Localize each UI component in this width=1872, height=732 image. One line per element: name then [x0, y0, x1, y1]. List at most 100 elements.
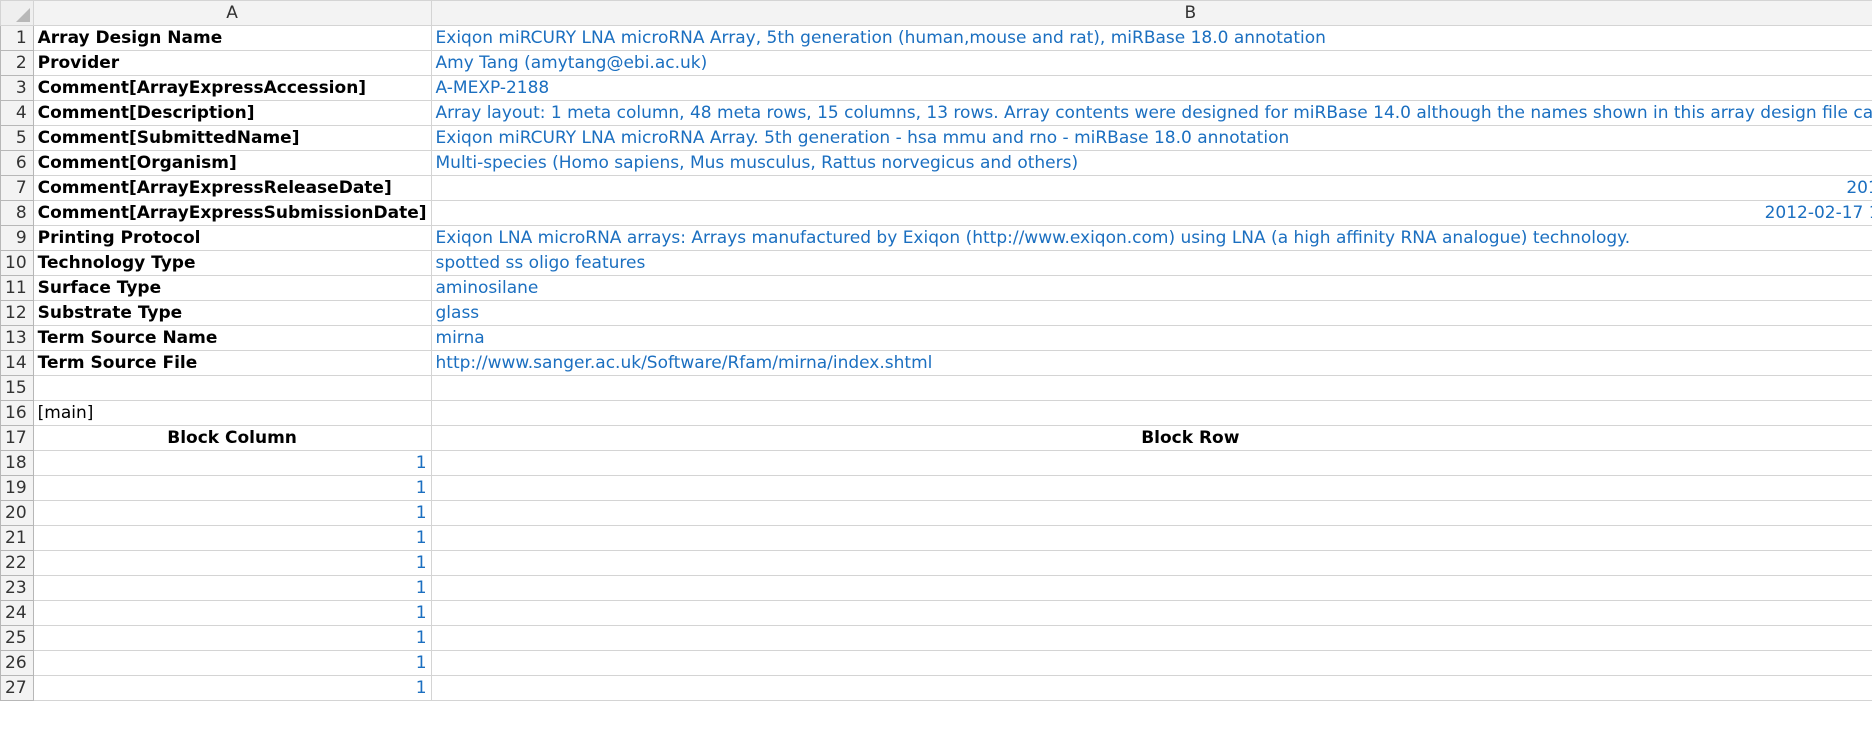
table-row: 25141112146014UGCUUGAUCCAUGUCCAGAGUCMIMA… [0, 625, 1872, 651]
row-header[interactable]: 27 [0, 675, 34, 701]
metadata-label[interactable]: Comment[Organism] [32, 150, 432, 176]
metadata-row: 8 Comment[ArrayExpressSubmissionDate] 2012… [0, 200, 1872, 226]
table-cell[interactable]: 5 [430, 550, 1872, 576]
metadata-label[interactable]: Array Design Name [32, 25, 432, 51]
metadata-value[interactable]: Multi-species (Homo sapiens, Mus musculu… [430, 150, 1872, 176]
table-header-cell[interactable]: Block Column [32, 425, 432, 451]
row-header[interactable]: 10 [0, 250, 34, 276]
table-cell[interactable]: 1 [32, 650, 432, 676]
metadata-value[interactable]: Exiqon miRCURY LNA microRNA Array, 5th g… [430, 25, 1872, 51]
row-header[interactable]: 24 [0, 600, 34, 626]
metadata-row: 2 Provider Amy Tang (amytang@ebi.ac.uk) [0, 50, 1872, 76]
metadata-row: 1 Array Design Name Exiqon miRCURY LNA mic… [0, 25, 1872, 51]
metadata-label[interactable]: Provider [32, 50, 432, 76]
table-row: 24129112146014UGCUUGAUCCAUGUCCAGAGUCMIMA… [0, 600, 1872, 626]
column-header-a[interactable]: A [32, 0, 432, 26]
row-header[interactable]: 1 [0, 25, 34, 51]
row-header[interactable]: 6 [0, 150, 34, 176]
table-cell[interactable]: 1 [32, 500, 432, 526]
table-cell[interactable]: 17 [430, 575, 1872, 601]
metadata-value[interactable]: http://www.sanger.ac.uk/Software/Rfam/mi… [430, 350, 1872, 376]
table-cell[interactable]: 1 [32, 525, 432, 551]
spreadsheet: ABCDEFGHI 1Array Design NameExiqon miRCU… [0, 0, 1872, 732]
metadata-row: 7Comment[ArrayExpressReleaseDate]2012-04… [0, 175, 1872, 201]
metadata-label[interactable]: Comment[SubmittedName] [32, 125, 432, 151]
table-row: 181212103385controlarray control empty [0, 450, 1872, 476]
row-header[interactable]: 9 [0, 225, 34, 251]
row-header[interactable]: 19 [0, 475, 34, 501]
grid-body: 1 Array Design Name Exiqon miRCURY LNA mic… [0, 25, 1872, 701]
metadata-label[interactable]: Surface Type [32, 275, 432, 301]
row-header[interactable]: 15 [0, 375, 34, 401]
row-header[interactable]: 17 [0, 425, 34, 451]
metadata-label[interactable]: Term Source File [32, 350, 432, 376]
table-cell[interactable]: 14 [430, 475, 1872, 501]
section-label[interactable]: [main] [32, 400, 432, 426]
metadata-row: 6 Comment[Organism] Multi-species (Homo sa… [0, 150, 1872, 176]
table-cell[interactable]: 1 [32, 625, 432, 651]
metadata-label[interactable]: Comment[ArrayExpressAccession] [32, 75, 432, 101]
table-header-cell[interactable]: Block Row [430, 425, 1872, 451]
empty-cell[interactable] [430, 400, 1872, 426]
metadata-label[interactable]: Comment[Description] [32, 100, 432, 126]
metadata-label[interactable]: Technology Type [32, 250, 432, 276]
metadata-value[interactable]: Amy Tang (amytang@ebi.ac.uk) [430, 50, 1872, 76]
spreadsheet-grid: ABCDEFGHI 1Array Design NameExiqon miRCU… [0, 0, 1872, 701]
table-cell[interactable]: 41 [430, 625, 1872, 651]
metadata-label[interactable]: Comment[ArrayExpressReleaseDate] [32, 175, 432, 201]
table-cell[interactable]: 1 [32, 550, 432, 576]
table-cell[interactable]: 26 [430, 500, 1872, 526]
row-header[interactable]: 5 [0, 125, 34, 151]
metadata-value[interactable]: aminosilane [430, 275, 1872, 301]
metadata-label[interactable]: Printing Protocol [32, 225, 432, 251]
table-cell[interactable]: 1 [32, 575, 432, 601]
metadata-value[interactable]: A-MEXP-2188 [430, 75, 1872, 101]
row-header[interactable]: 21 [0, 525, 34, 551]
metadata-value[interactable]: spotted ss oligo features [430, 250, 1872, 276]
metadata-value[interactable]: Array layout: 1 meta column, 48 meta row… [430, 100, 1872, 126]
metadata-label[interactable]: Substrate Type [32, 300, 432, 326]
row-header[interactable]: 20 [0, 500, 34, 526]
row-header[interactable]: 4 [0, 100, 34, 126]
table-cell[interactable]: 1 [32, 675, 432, 701]
row-header[interactable]: 8 [0, 200, 34, 226]
table-cell[interactable]: 38 [430, 525, 1872, 551]
table-cell[interactable]: 2 [430, 450, 1872, 476]
table-cell[interactable]: 1 [32, 450, 432, 476]
table-cell[interactable]: 10 [430, 650, 1872, 676]
row-header[interactable]: 23 [0, 575, 34, 601]
metadata-value[interactable]: 2012-04-01 [430, 175, 1872, 201]
table-cell[interactable]: 1 [32, 475, 432, 501]
metadata-row: 10 Technology Type spotted ss oligo featur… [0, 250, 1872, 276]
metadata-value[interactable]: glass [430, 300, 1872, 326]
row-header[interactable]: 16 [0, 400, 34, 426]
empty-cell[interactable] [32, 375, 432, 401]
row-header[interactable]: 13 [0, 325, 34, 351]
metadata-value[interactable]: Exiqon LNA microRNA arrays: Arrays manuf… [430, 225, 1872, 251]
row-header[interactable]: 7 [0, 175, 34, 201]
row-header[interactable]: 22 [0, 550, 34, 576]
table-row: 21138121046202AUCUGAGACUUGGGAAGAGCAUcont… [0, 525, 1872, 551]
table-cell[interactable]: 22 [430, 675, 1872, 701]
row-header[interactable]: 14 [0, 350, 34, 376]
row-header[interactable]: 18 [0, 450, 34, 476]
metadata-label[interactable]: Term Source Name [32, 325, 432, 351]
row-header[interactable]: 25 [0, 625, 34, 651]
row-header[interactable]: 3 [0, 75, 34, 101]
metadata-value[interactable]: Exiqon miRCURY LNA microRNA Array. 5th g… [430, 125, 1872, 151]
select-all-corner[interactable] [0, 0, 34, 26]
table-row: 2215112146014UGCUUGAUCCAUGUCCAGAGUCMIMAT… [0, 550, 1872, 576]
table-header-row: 17Block ColumnBlock RowColumnRowReporter… [0, 425, 1872, 451]
column-header-b[interactable]: B [430, 0, 1872, 26]
metadata-value[interactable]: mirna [430, 325, 1872, 351]
row-header[interactable]: 12 [0, 300, 34, 326]
row-header[interactable]: 11 [0, 275, 34, 301]
metadata-value[interactable]: 2012-02-17 16:31:45 [430, 200, 1872, 226]
row-header[interactable]: 26 [0, 650, 34, 676]
table-row: 20126121046202AUCUGAGACUUGGGAAGAGCAUcont… [0, 500, 1872, 526]
table-cell[interactable]: 29 [430, 600, 1872, 626]
row-header[interactable]: 2 [0, 50, 34, 76]
metadata-label[interactable]: Comment[ArrayExpressSubmissionDate] [32, 200, 432, 226]
table-cell[interactable]: 1 [32, 600, 432, 626]
empty-cell[interactable] [430, 375, 1872, 401]
